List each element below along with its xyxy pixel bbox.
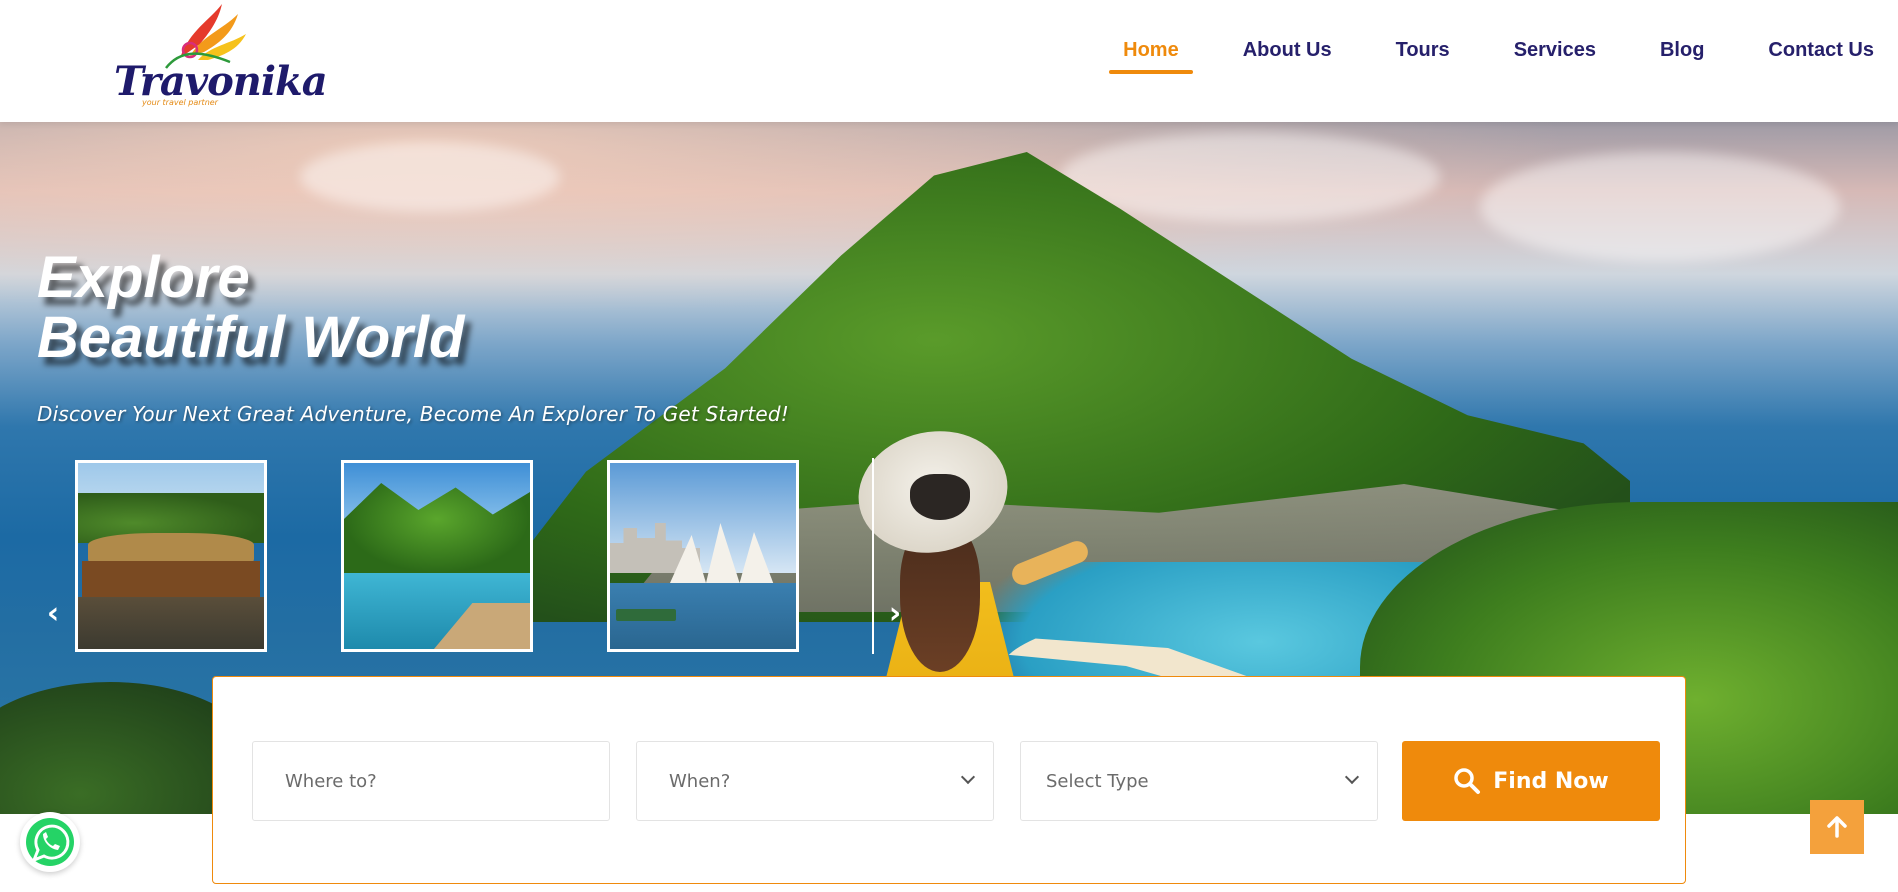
chevron-right-icon[interactable]: › (880, 594, 910, 634)
carousel-divider (872, 458, 874, 654)
when-select[interactable]: When? (636, 741, 994, 821)
chevron-down-icon (960, 769, 976, 785)
hat-bow (910, 474, 970, 520)
thumbnail-lagoon-resort[interactable] (341, 460, 533, 652)
nav-blog[interactable]: Blog (1660, 9, 1704, 92)
whatsapp-glyph (26, 818, 74, 866)
thumb-ferry (616, 609, 676, 621)
find-now-label: Find Now (1493, 768, 1609, 794)
chevron-left-icon[interactable]: ‹ (38, 594, 68, 634)
thumb-water (78, 597, 264, 649)
hero-title: Explore Beautiful World (37, 248, 464, 368)
cloud (300, 142, 560, 212)
nav-services[interactable]: Services (1514, 9, 1596, 92)
logo-tagline: your travel partner (142, 98, 218, 107)
thumbnail-houseboat[interactable] (75, 460, 267, 652)
main-nav: Home About Us Tours Services Blog Contac… (1059, 0, 1874, 100)
thumb-houseboat-roof (88, 533, 254, 563)
where-to-input[interactable]: Where to? (252, 741, 610, 821)
type-select[interactable]: Select Type (1020, 741, 1378, 821)
arrow-up-icon (1827, 816, 1847, 838)
hero-title-line-2: Beautiful World (37, 305, 465, 370)
hero-subtitle: Discover Your Next Great Adventure, Beco… (37, 402, 789, 426)
when-select-label: When? (669, 770, 731, 792)
type-select-label: Select Type (1046, 770, 1149, 792)
nav-tours[interactable]: Tours (1396, 9, 1450, 92)
scroll-to-top-button[interactable] (1810, 800, 1864, 854)
nav-contact-us[interactable]: Contact Us (1768, 9, 1874, 92)
whatsapp-icon[interactable] (20, 812, 80, 872)
thumb-houseboat-body (82, 561, 260, 597)
thumbnail-sydney-opera-house[interactable] (607, 460, 799, 652)
search-icon (1454, 768, 1481, 794)
hero-title-line-1: Explore (37, 245, 250, 310)
tour-search-panel: Where to? When? Select Type Find Now (212, 676, 1686, 884)
nav-about-us[interactable]: About Us (1243, 9, 1332, 92)
nav-home[interactable]: Home (1109, 9, 1193, 92)
travonika-logo[interactable]: Travonika your travel partner (108, 0, 328, 112)
chevron-down-icon (1344, 769, 1360, 785)
site-header: Travonika your travel partner Home About… (0, 0, 1898, 122)
raised-arm (1008, 537, 1092, 589)
cloud (1480, 152, 1840, 262)
find-now-button[interactable]: Find Now (1402, 741, 1660, 821)
